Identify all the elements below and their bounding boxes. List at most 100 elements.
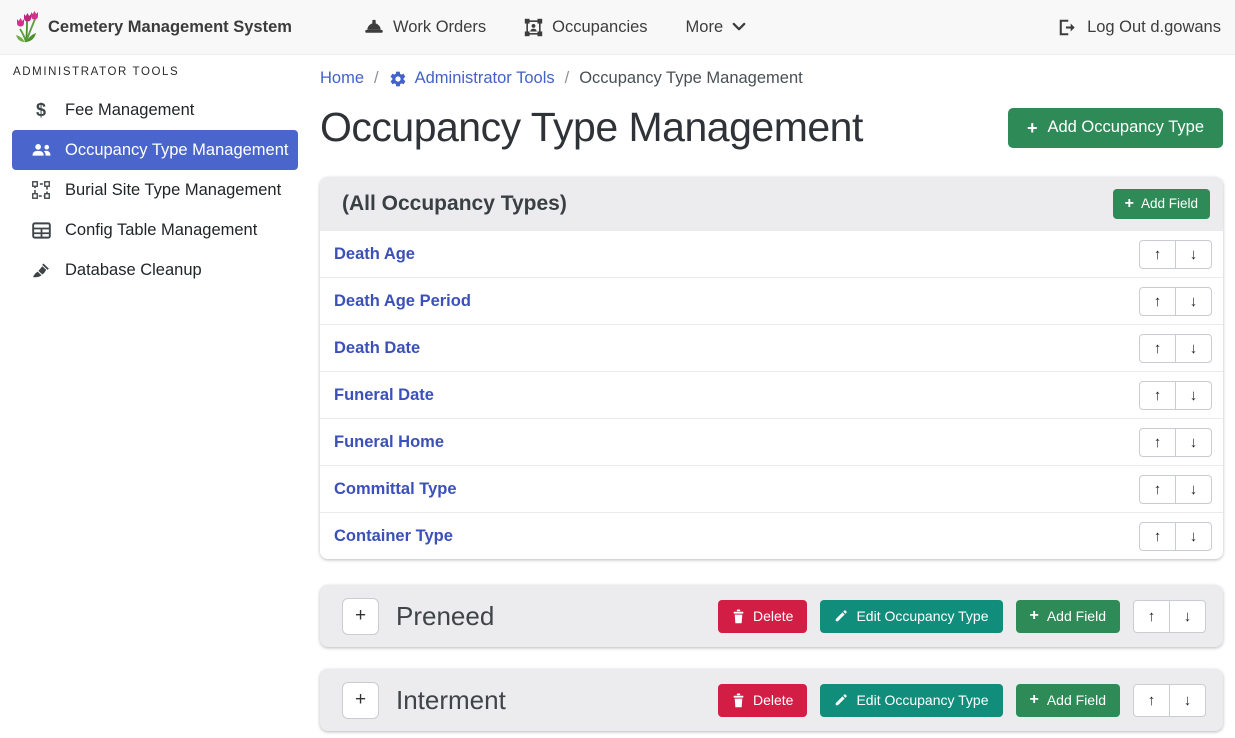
reorder-buttons: ↑ ↓ xyxy=(1139,428,1212,457)
move-down-button[interactable]: ↓ xyxy=(1175,475,1212,504)
breadcrumb-admin-tools-link[interactable]: Administrator Tools xyxy=(389,69,555,88)
move-up-button[interactable]: ↑ xyxy=(1139,522,1176,551)
sidebar-item-fee-management[interactable]: $ Fee Management xyxy=(12,90,298,130)
reorder-buttons: ↑ ↓ xyxy=(1139,475,1212,504)
add-occupancy-type-button[interactable]: + Add Occupancy Type xyxy=(1008,108,1223,148)
move-down-button[interactable]: ↓ xyxy=(1175,381,1212,410)
add-field-button[interactable]: + Add Field xyxy=(1016,600,1121,633)
edit-occupancy-type-button[interactable]: Edit Occupancy Type xyxy=(820,600,1002,633)
edit-occupancy-type-label: Edit Occupancy Type xyxy=(856,692,988,708)
sidebar-item-occupancy-type-management[interactable]: Occupancy Type Management xyxy=(12,130,298,170)
move-down-button[interactable]: ↓ xyxy=(1175,287,1212,316)
move-up-button[interactable]: ↑ xyxy=(1139,334,1176,363)
field-row: Death Age ↑ ↓ xyxy=(320,230,1223,277)
nav-item-work-orders[interactable]: Work Orders xyxy=(364,18,486,37)
pencil-icon xyxy=(834,693,848,707)
sidebar-item-database-cleanup[interactable]: Database Cleanup xyxy=(12,250,298,290)
dollar-icon: $ xyxy=(28,100,54,121)
delete-button[interactable]: Delete xyxy=(718,600,807,633)
breadcrumb: Home / Administrator Tools / Occupancy T… xyxy=(320,69,1223,88)
plus-icon: + xyxy=(1125,196,1134,212)
chevron-down-icon xyxy=(732,22,746,32)
field-row: Death Date ↑ ↓ xyxy=(320,324,1223,371)
move-up-button[interactable]: ↑ xyxy=(1139,240,1176,269)
move-down-button[interactable]: ↓ xyxy=(1169,600,1206,633)
gear-icon xyxy=(389,70,407,88)
delete-label: Delete xyxy=(753,692,793,708)
plus-icon: + xyxy=(1030,692,1039,708)
add-field-label: Add Field xyxy=(1047,608,1106,624)
expand-button[interactable]: + xyxy=(342,598,379,635)
breadcrumb-current: Occupancy Type Management xyxy=(579,69,803,88)
move-down-button[interactable]: ↓ xyxy=(1175,334,1212,363)
delete-label: Delete xyxy=(753,608,793,624)
section-interment: + Interment Delete xyxy=(320,669,1223,731)
breadcrumb-label: Administrator Tools xyxy=(415,69,555,88)
add-field-button[interactable]: + Add Field xyxy=(1016,684,1121,717)
field-link-death-age-period[interactable]: Death Age Period xyxy=(334,292,471,311)
nav-item-more[interactable]: More xyxy=(686,18,747,37)
field-link-funeral-home[interactable]: Funeral Home xyxy=(334,433,444,452)
move-up-button[interactable]: ↑ xyxy=(1133,684,1170,717)
pencil-icon xyxy=(834,609,848,623)
sidebar: ADMINISTRATOR TOOLS $ Fee Management Occ… xyxy=(0,55,310,738)
nav-item-label: Occupancies xyxy=(552,18,647,37)
object-group-icon xyxy=(28,181,54,199)
reorder-buttons: ↑ ↓ xyxy=(1139,240,1212,269)
nav-item-occupancies[interactable]: Occupancies xyxy=(524,18,647,37)
sidebar-heading: ADMINISTRATOR TOOLS xyxy=(13,66,298,78)
edit-occupancy-type-button[interactable]: Edit Occupancy Type xyxy=(820,684,1002,717)
move-down-button[interactable]: ↓ xyxy=(1175,522,1212,551)
card-header: (All Occupancy Types) + Add Field xyxy=(320,177,1223,230)
reorder-buttons: ↑ ↓ xyxy=(1139,522,1212,551)
delete-button[interactable]: Delete xyxy=(718,684,807,717)
expand-button[interactable]: + xyxy=(342,682,379,719)
sidebar-item-label: Database Cleanup xyxy=(65,261,202,280)
section-title: Interment xyxy=(396,685,718,716)
move-down-button[interactable]: ↓ xyxy=(1169,684,1206,717)
sidebar-item-burial-site-type-management[interactable]: Burial Site Type Management xyxy=(12,170,298,210)
reorder-buttons: ↑ ↓ xyxy=(1133,600,1206,633)
sidebar-item-config-table-management[interactable]: Config Table Management xyxy=(12,210,298,250)
nav-item-label: Work Orders xyxy=(393,18,486,37)
table-icon xyxy=(28,222,54,239)
field-link-committal-type[interactable]: Committal Type xyxy=(334,480,457,499)
nav-links: Work Orders Occupancies More xyxy=(326,18,746,37)
hard-hat-icon xyxy=(364,19,384,35)
breadcrumb-home-link[interactable]: Home xyxy=(320,69,364,88)
card-title: (All Occupancy Types) xyxy=(342,192,567,216)
section-preneed: + Preneed Delete xyxy=(320,585,1223,647)
field-link-container-type[interactable]: Container Type xyxy=(334,527,453,546)
field-link-death-date[interactable]: Death Date xyxy=(334,339,420,358)
add-field-label: Add Field xyxy=(1141,196,1198,211)
move-up-button[interactable]: ↑ xyxy=(1139,381,1176,410)
logout-button[interactable]: Log Out d.gowans xyxy=(1058,18,1221,37)
field-row: Funeral Date ↑ ↓ xyxy=(320,371,1223,418)
brand[interactable]: Cemetery Management System xyxy=(14,11,292,43)
section-title: Preneed xyxy=(396,601,718,632)
tulip-logo-icon xyxy=(14,11,40,43)
sidebar-item-label: Fee Management xyxy=(65,101,194,120)
page-title: Occupancy Type Management xyxy=(320,104,863,151)
add-field-button[interactable]: + Add Field xyxy=(1113,189,1210,219)
nav-item-label: More xyxy=(686,18,724,37)
field-link-funeral-date[interactable]: Funeral Date xyxy=(334,386,434,405)
logout-icon xyxy=(1058,19,1077,36)
broom-icon xyxy=(28,262,54,279)
move-up-button[interactable]: ↑ xyxy=(1139,475,1176,504)
brand-title: Cemetery Management System xyxy=(48,18,292,37)
reorder-buttons: ↑ ↓ xyxy=(1133,684,1206,717)
users-icon xyxy=(28,143,54,157)
add-field-label: Add Field xyxy=(1047,692,1106,708)
field-row: Container Type ↑ ↓ xyxy=(320,512,1223,559)
reorder-buttons: ↑ ↓ xyxy=(1139,381,1212,410)
move-up-button[interactable]: ↑ xyxy=(1139,287,1176,316)
move-up-button[interactable]: ↑ xyxy=(1139,428,1176,457)
move-down-button[interactable]: ↓ xyxy=(1175,240,1212,269)
move-up-button[interactable]: ↑ xyxy=(1133,600,1170,633)
move-down-button[interactable]: ↓ xyxy=(1175,428,1212,457)
plus-icon: + xyxy=(1030,608,1039,624)
field-link-death-age[interactable]: Death Age xyxy=(334,245,415,264)
plus-icon: + xyxy=(1027,119,1038,137)
field-row: Death Age Period ↑ ↓ xyxy=(320,277,1223,324)
